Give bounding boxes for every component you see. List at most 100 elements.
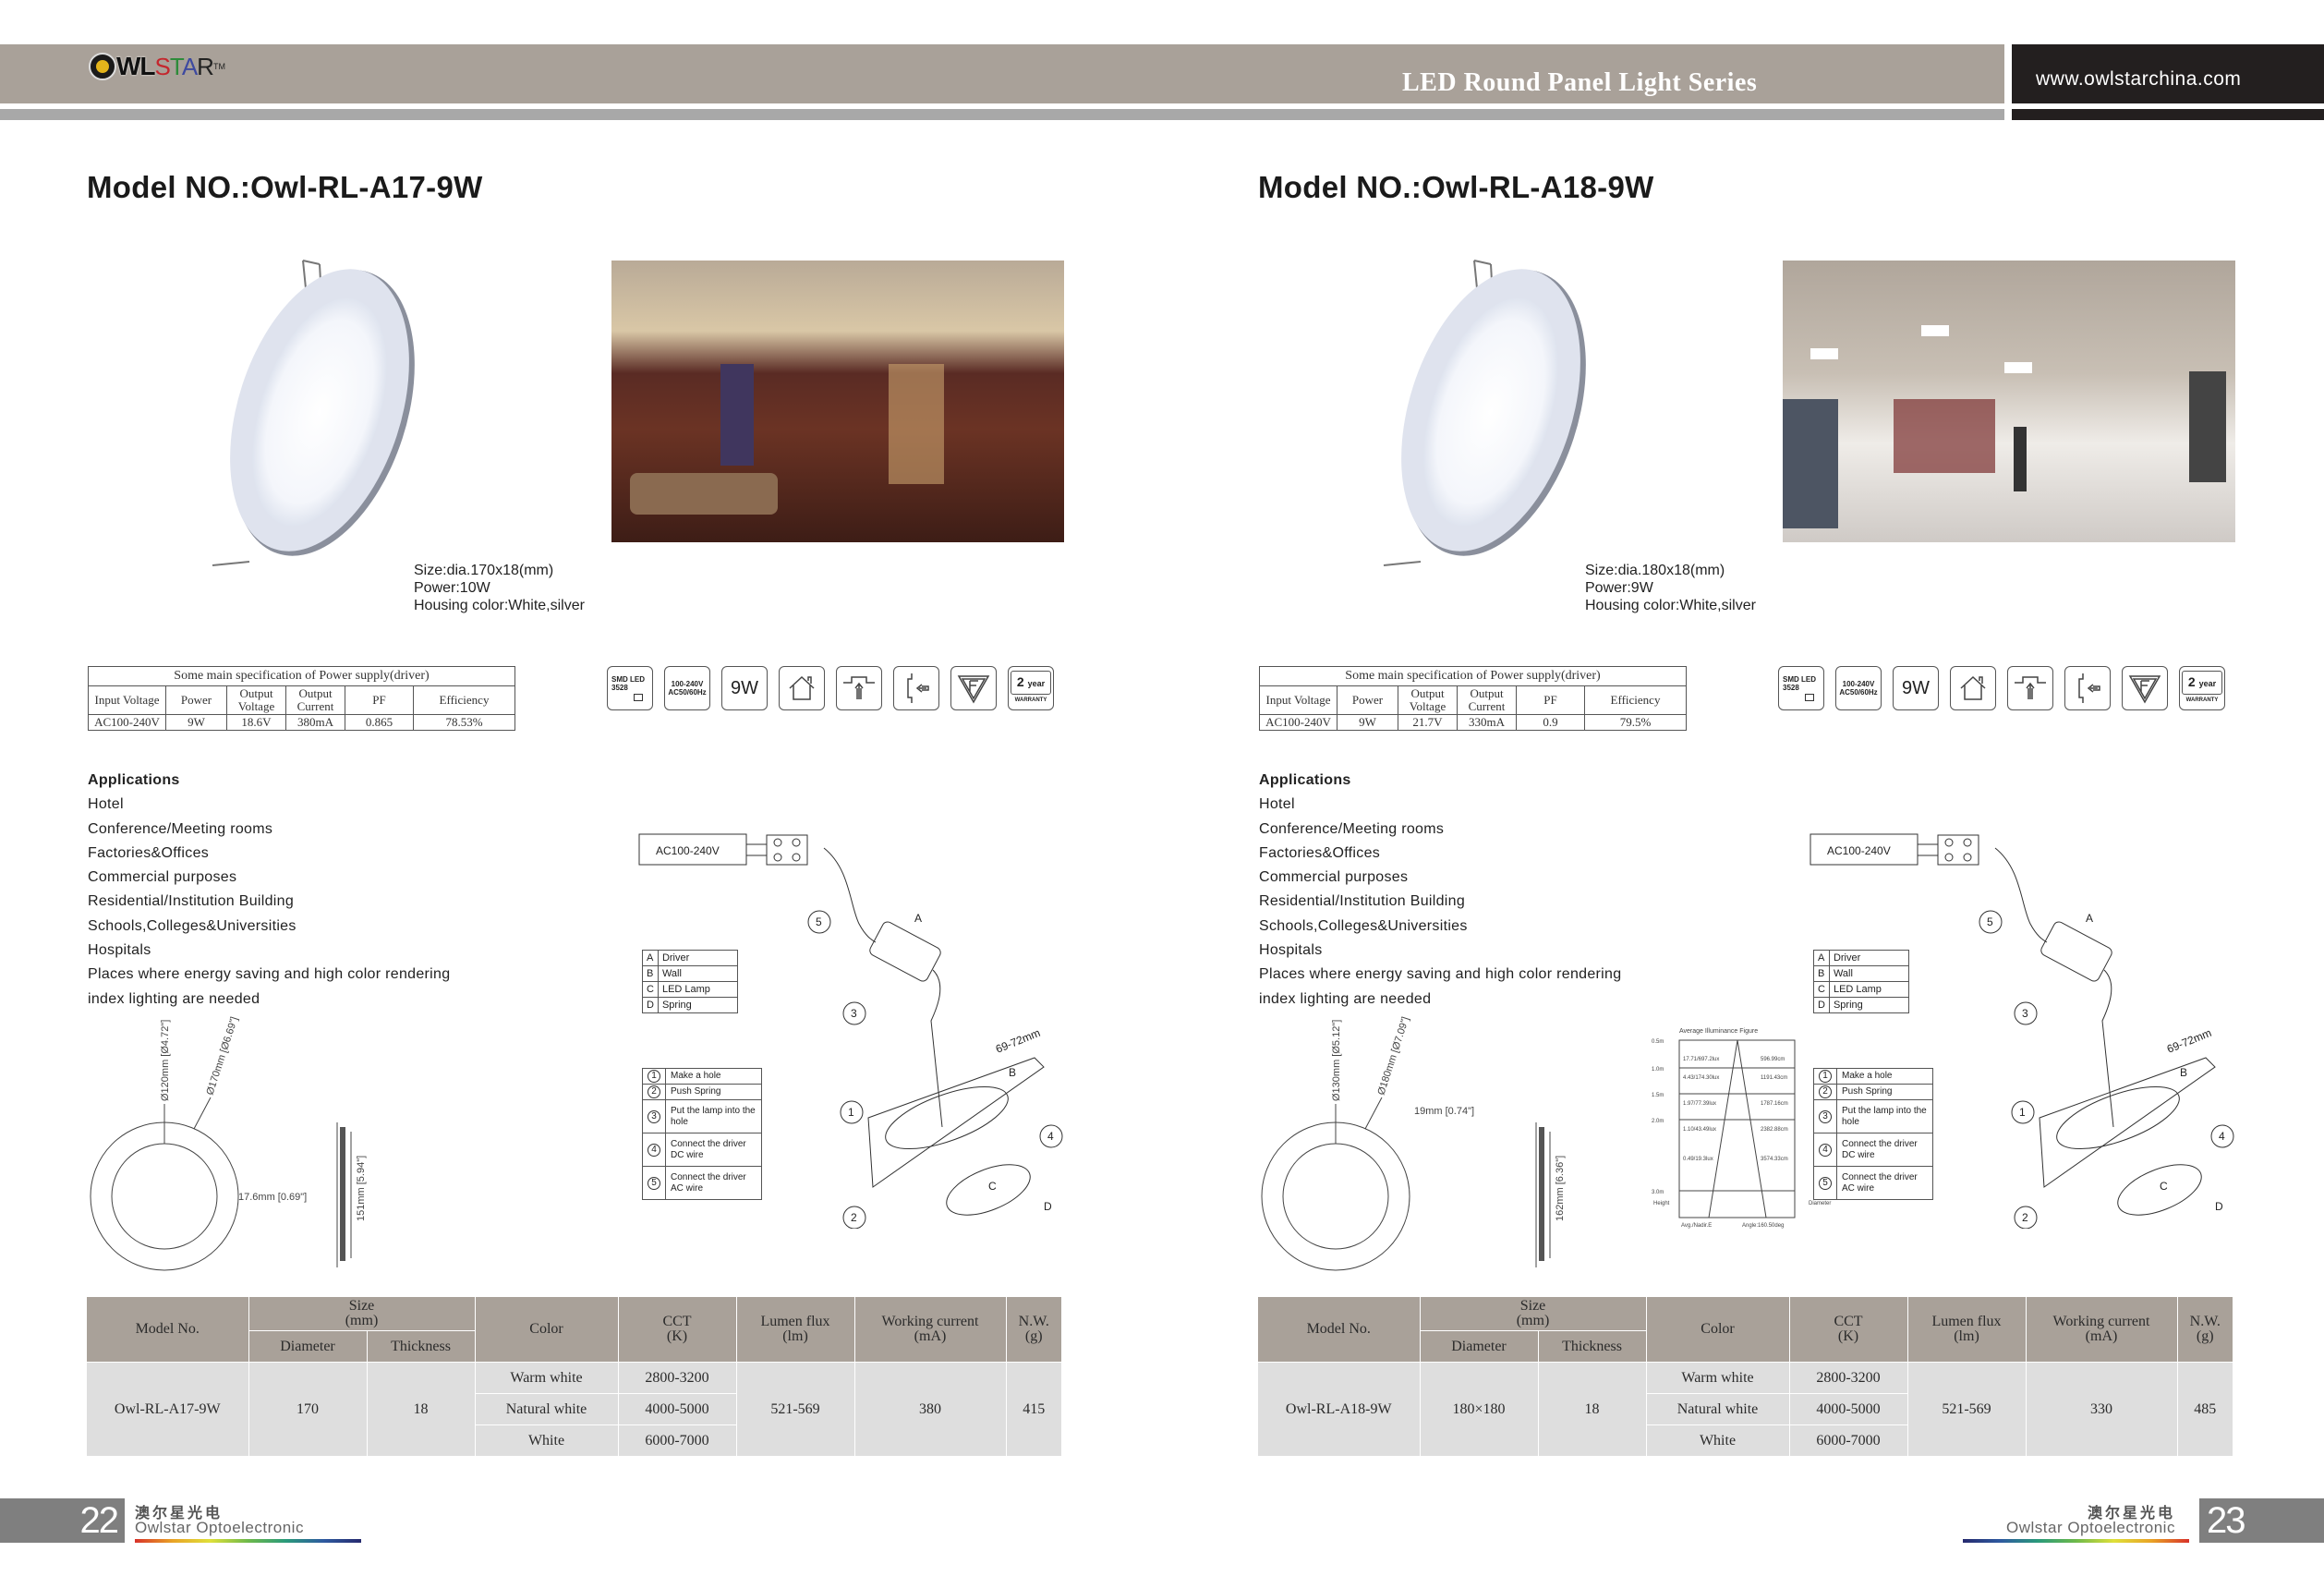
driver-value-cell: 79.5% xyxy=(1584,714,1687,731)
step-number: 5 xyxy=(1819,1176,1832,1190)
inner-diameter-label: Ø120mm [Ø4.72"] xyxy=(160,1020,171,1101)
inner-diameter-circle xyxy=(111,1143,218,1250)
legend-key: A xyxy=(1813,950,1830,966)
color-cell: White xyxy=(475,1424,619,1457)
col-model: Model No. xyxy=(1258,1297,1421,1363)
illuminance-height: 3.0m xyxy=(1652,1190,1664,1195)
color-cell: Natural white xyxy=(1646,1393,1790,1425)
legend-row: A Driver xyxy=(642,950,738,966)
application-photo xyxy=(1783,261,2235,542)
voltage-icon: 100-240V AC50/60Hz xyxy=(1839,680,1877,697)
side-profile xyxy=(340,1127,345,1261)
smd-led-icon: SMD LED 3528 xyxy=(1779,675,1823,701)
driver-header-cell: Output Voltage xyxy=(226,685,286,715)
step-row: 5 Connect the driver AC wire xyxy=(642,1166,762,1200)
installation-steps: 1 Make a hole 2 Push Spring 3 Put the lamp in… xyxy=(642,1068,762,1200)
application-photo xyxy=(611,261,1064,542)
col-nw: N.W. (g) xyxy=(2177,1297,2233,1363)
legend-key: A xyxy=(642,950,659,966)
ac-supply-label: AC100-240V xyxy=(1827,844,1891,857)
legend-row: C LED Lamp xyxy=(1813,981,1909,998)
col-current: Working current (mA) xyxy=(2026,1297,2178,1363)
warranty-unit: year xyxy=(1027,679,1046,688)
wall-section xyxy=(2039,1057,2216,1188)
step-marker-number: 5 xyxy=(816,915,822,928)
warranty-unit: year xyxy=(2198,679,2217,688)
step-label: Make a hole xyxy=(1836,1068,1933,1085)
step-marker-number: 1 xyxy=(848,1106,854,1119)
badge-line: 100-240V xyxy=(1842,680,1875,688)
applications-list: Applications Hotel Conference/Meeting roo… xyxy=(88,769,450,1012)
table-row: Owl-RL-A18-9W 180×180 18 Warm white 2800-320… xyxy=(1258,1362,2233,1457)
header-text: Working current xyxy=(881,1314,979,1329)
driver-header-cell: Input Voltage xyxy=(88,685,166,715)
thickness-cell: 18 xyxy=(367,1362,476,1457)
step-number-cell: 5 xyxy=(1813,1166,1837,1200)
diameter-cell: 170 xyxy=(248,1362,368,1457)
step-row: 4 Connect the driver DC wire xyxy=(1813,1133,1933,1167)
step-number: 3 xyxy=(1819,1109,1832,1123)
model-title: Model NO.:Owl-RL-A18-9W xyxy=(1258,170,1654,204)
col-model: Model No. xyxy=(87,1297,249,1363)
driver-spec-table: Some main specification of Power supply(… xyxy=(1259,666,1687,731)
driver-header-cell: Efficiency xyxy=(413,685,515,715)
header-unit: (g) xyxy=(2196,1328,2214,1344)
step-number: 1 xyxy=(648,1070,660,1083)
label-c: C xyxy=(2160,1180,2168,1193)
step-number-cell: 1 xyxy=(642,1068,666,1085)
legend-row: A Driver xyxy=(1813,950,1909,966)
col-size: Size (mm) xyxy=(1420,1297,1647,1331)
header-text: Lumen flux xyxy=(1931,1314,2002,1329)
f-mark-badge xyxy=(950,666,997,710)
col-lumen: Lumen flux (lm) xyxy=(736,1297,855,1363)
driver-header-cell: Input Voltage xyxy=(1259,685,1338,715)
col-thickness: Thickness xyxy=(1538,1330,1647,1363)
driver-header-cell: Output Current xyxy=(1457,685,1517,715)
power-badge: 9W xyxy=(721,666,768,710)
step-marker-number: 1 xyxy=(2019,1106,2026,1119)
applications-heading: Applications xyxy=(88,772,180,788)
ac-wire xyxy=(1994,847,2048,943)
step-marker-number: 2 xyxy=(2022,1211,2028,1224)
applications-list: Applications Hotel Conference/Meeting roo… xyxy=(1259,769,1621,1012)
color-cell: White xyxy=(1646,1424,1790,1457)
label-c: C xyxy=(988,1180,997,1193)
application-item: Hotel xyxy=(1259,796,1295,813)
ac-supply-label: AC100-240V xyxy=(656,844,720,857)
step-label: Push Spring xyxy=(665,1084,762,1100)
illuminance-height: 1.5m xyxy=(1652,1093,1664,1098)
indoor-house-badge xyxy=(779,666,825,710)
spec-housing: Housing color:White,silver xyxy=(1585,598,1756,613)
rainbow-bar-left xyxy=(135,1539,361,1543)
step-marker-number: 4 xyxy=(2219,1130,2225,1143)
page-number-left: 22 xyxy=(0,1498,125,1543)
application-item: Places where energy saving and high colo… xyxy=(88,966,451,983)
voltage-badge: 100-240V AC50/60Hz xyxy=(664,666,710,710)
outer-diameter-label: Ø180mm [Ø7.09"] xyxy=(1375,1016,1411,1097)
step-marker-number: 3 xyxy=(2022,1007,2028,1020)
legend-label: Driver xyxy=(1828,950,1909,966)
feature-badges: SMD LED 3528 100-240V AC50/60Hz 9W 2 year WARR… xyxy=(1778,666,2225,710)
label-d: D xyxy=(2215,1200,2223,1213)
application-item: Hotel xyxy=(88,796,124,813)
legend-key: B xyxy=(642,965,659,982)
step-marker-number: 3 xyxy=(851,1007,857,1020)
application-item: Conference/Meeting rooms xyxy=(1259,820,1445,837)
table-header-row: Model No. Size (mm) Color CCT (K) Lumen fl… xyxy=(1258,1297,2233,1363)
application-item: Places where energy saving and high colo… xyxy=(1259,966,1622,983)
driver-value-cell: 380mA xyxy=(285,714,345,731)
wall-insert-icon xyxy=(2078,673,2100,703)
legend-key: D xyxy=(1813,997,1830,1013)
color-cell: Warm white xyxy=(1646,1362,1790,1394)
legend-row: D Spring xyxy=(642,997,738,1013)
installation-diagram: AC100-240V A B C D 69-72mm 5 3 1 4 2 A Driver B Wall C L… xyxy=(1799,822,2261,1229)
driver-header-cell: Efficiency xyxy=(1584,685,1687,715)
warranty-label: WARRANTY xyxy=(1014,697,1047,703)
voltage-icon: 100-240V AC50/60Hz xyxy=(668,680,706,697)
table-header-row: Model No. Size (mm) Color CCT (K) Lumen fl… xyxy=(87,1297,1062,1363)
step-number-cell: 4 xyxy=(642,1133,666,1167)
col-diameter: Diameter xyxy=(248,1330,368,1363)
f-mark-icon xyxy=(957,675,990,704)
header-text: N.W. xyxy=(2189,1314,2221,1329)
col-size: Size (mm) xyxy=(248,1297,476,1331)
